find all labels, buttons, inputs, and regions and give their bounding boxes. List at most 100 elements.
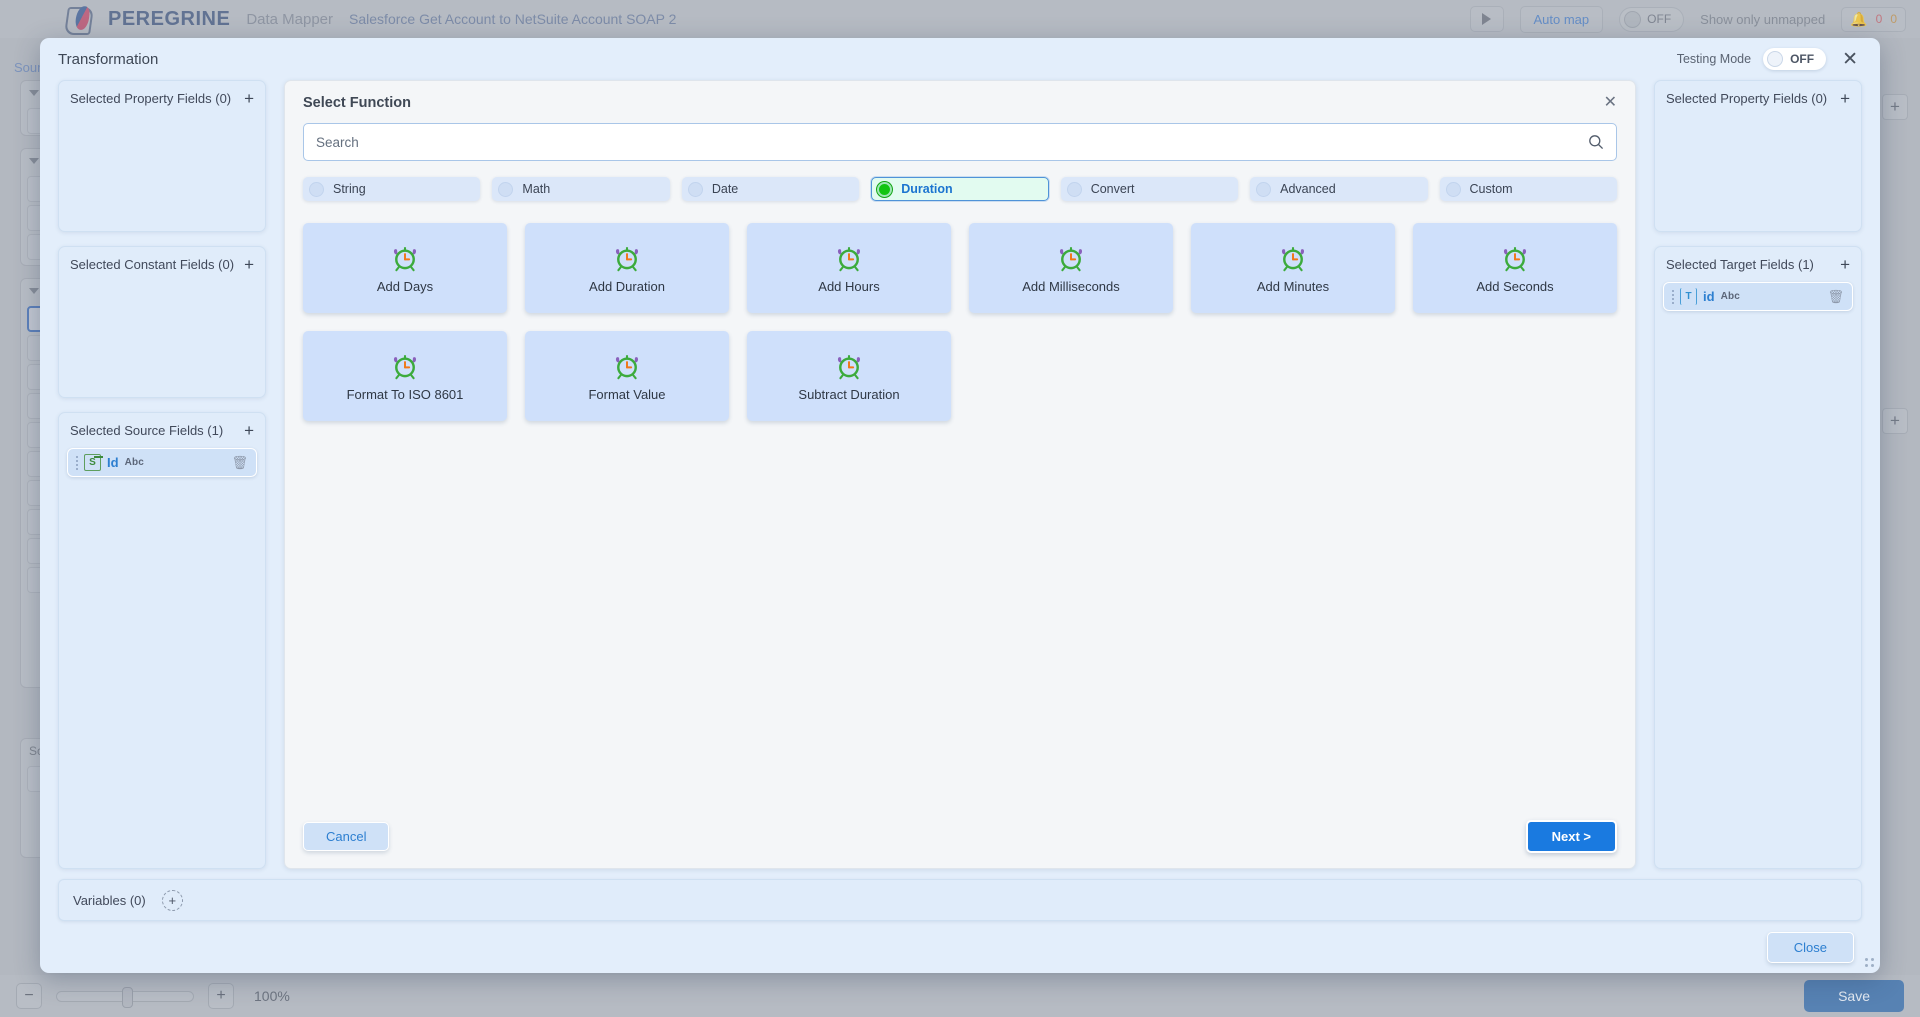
panel-selected-source-fields: Selected Source Fields (1) + S Id Abc 🗑	[58, 412, 266, 869]
category-math[interactable]: Math	[492, 177, 669, 201]
select-function-header: Select Function ✕	[285, 81, 1635, 119]
select-function-title: Select Function	[303, 95, 411, 111]
function-card-label: Add Minutes	[1257, 279, 1329, 294]
target-field-icon: T	[1680, 288, 1697, 305]
plus-circle-icon[interactable]: +	[162, 890, 183, 911]
category-label: Date	[712, 182, 738, 196]
function-card-label: Subtract Duration	[798, 387, 899, 402]
testing-mode-label: Testing Mode	[1677, 52, 1751, 66]
category-advanced[interactable]: Advanced	[1250, 177, 1427, 201]
search-input[interactable]	[316, 135, 1588, 150]
chevron-down-icon	[29, 90, 39, 96]
function-card[interactable]: Format Value	[525, 331, 729, 421]
plus-icon[interactable]: +	[244, 256, 254, 273]
close-icon[interactable]: ✕	[1838, 48, 1862, 71]
panel-selected-property-fields-right: Selected Property Fields (0) +	[1654, 80, 1862, 232]
panel-title: Selected Source Fields (1)	[70, 423, 223, 438]
modal-header: Transformation Testing Mode OFF ✕	[40, 38, 1880, 80]
brand-name: PEREGRINE	[108, 8, 230, 31]
close-icon[interactable]: ✕	[1604, 95, 1617, 111]
testing-mode-toggle[interactable]: OFF	[1763, 48, 1826, 70]
run-button[interactable]	[1470, 6, 1504, 32]
trash-icon[interactable]: 🗑	[231, 455, 248, 471]
plus-icon[interactable]: +	[244, 90, 254, 107]
close-button[interactable]: Close	[1767, 932, 1854, 963]
error-badge: 0	[1876, 12, 1883, 26]
category-date[interactable]: Date	[682, 177, 859, 201]
show-unmapped-label: Show only unmapped	[1700, 12, 1825, 27]
cancel-button[interactable]: Cancel	[303, 822, 389, 851]
function-card-label: Add Duration	[589, 279, 665, 294]
search-field-wrapper[interactable]	[303, 123, 1617, 161]
zoom-level-label: 100%	[254, 988, 290, 1004]
panel-selected-constant-fields: Selected Constant Fields (0) +	[58, 246, 266, 398]
resize-handle-icon[interactable]	[1865, 958, 1874, 967]
panel-list: S Id Abc 🗑	[59, 446, 265, 491]
function-card[interactable]: Add Minutes	[1191, 223, 1395, 313]
play-icon	[1482, 13, 1491, 25]
select-function-panel: Select Function ✕ String	[284, 80, 1636, 869]
modal-footer: Close	[40, 921, 1880, 973]
select-function-footer: Cancel Next >	[285, 804, 1635, 868]
function-card-grid: Add Days Add Duration Add Hours Add Mill…	[303, 223, 1617, 421]
category-convert[interactable]: Convert	[1061, 177, 1238, 201]
panel-list	[1655, 114, 1861, 124]
panel-title: Selected Property Fields (0)	[70, 91, 231, 106]
save-button[interactable]: Save	[1804, 980, 1904, 1012]
plus-icon[interactable]: +	[1840, 256, 1850, 273]
radio-icon-selected	[877, 182, 892, 197]
function-card[interactable]: Add Seconds	[1413, 223, 1617, 313]
field-type-badge: Abc	[1721, 291, 1741, 302]
alarm-clock-icon	[390, 351, 420, 381]
function-card-label: Add Milliseconds	[1022, 279, 1120, 294]
function-card[interactable]: Add Days	[303, 223, 507, 313]
function-card[interactable]: Add Duration	[525, 223, 729, 313]
next-button[interactable]: Next >	[1526, 820, 1617, 853]
search-icon	[1588, 134, 1604, 150]
category-label: Duration	[901, 182, 952, 196]
auto-map-button[interactable]: Auto map	[1520, 6, 1604, 33]
notifications-group[interactable]: 🔔 0 0	[1841, 7, 1906, 32]
chevron-down-icon	[29, 288, 39, 294]
radio-icon	[1446, 182, 1461, 197]
bg-add-button: +	[1882, 94, 1908, 120]
function-card-label: Add Seconds	[1476, 279, 1553, 294]
app-topbar: PEREGRINE Data Mapper Salesforce Get Acc…	[0, 0, 1920, 38]
radio-icon	[688, 182, 703, 197]
panel-title: Selected Target Fields (1)	[1666, 257, 1814, 272]
panel-list: T id Abc 🗑	[1655, 280, 1861, 325]
function-card-label: Add Hours	[818, 279, 879, 294]
app-name: Data Mapper	[246, 11, 333, 28]
field-chip-target[interactable]: T id Abc 🗑	[1663, 282, 1853, 311]
category-duration[interactable]: Duration	[871, 177, 1048, 201]
function-card[interactable]: Add Hours	[747, 223, 951, 313]
field-chip-source[interactable]: S Id Abc 🗑	[67, 448, 257, 477]
alarm-clock-icon	[612, 351, 642, 381]
show-unmapped-toggle[interactable]: OFF	[1619, 7, 1684, 32]
alarm-clock-icon	[834, 243, 864, 273]
alarm-clock-icon	[834, 351, 864, 381]
plus-icon[interactable]: +	[244, 422, 254, 439]
plus-icon[interactable]: +	[1840, 90, 1850, 107]
category-label: Advanced	[1280, 182, 1336, 196]
bell-icon: 🔔	[1850, 11, 1867, 28]
bg-add-button: +	[1882, 408, 1908, 434]
panel-selected-target-fields: Selected Target Fields (1) + T id Abc 🗑	[1654, 246, 1862, 869]
drag-handle-icon[interactable]	[76, 456, 78, 470]
modal-title: Transformation	[58, 51, 158, 68]
category-string[interactable]: String	[303, 177, 480, 201]
zoom-slider[interactable]	[56, 991, 194, 1002]
drag-handle-icon[interactable]	[1672, 290, 1674, 304]
function-card[interactable]: Format To ISO 8601	[303, 331, 507, 421]
chevron-down-icon	[29, 158, 39, 164]
category-custom[interactable]: Custom	[1440, 177, 1617, 201]
warning-badge: 0	[1890, 12, 1897, 26]
function-card[interactable]: Add Milliseconds	[969, 223, 1173, 313]
trash-icon[interactable]: 🗑	[1827, 289, 1844, 305]
zoom-slider-thumb[interactable]	[122, 987, 133, 1008]
zoom-in-button[interactable]: +	[208, 983, 234, 1009]
zoom-out-button[interactable]: −	[16, 983, 42, 1009]
category-label: String	[333, 182, 366, 196]
variables-label: Variables (0)	[73, 893, 146, 908]
function-card[interactable]: Subtract Duration	[747, 331, 951, 421]
